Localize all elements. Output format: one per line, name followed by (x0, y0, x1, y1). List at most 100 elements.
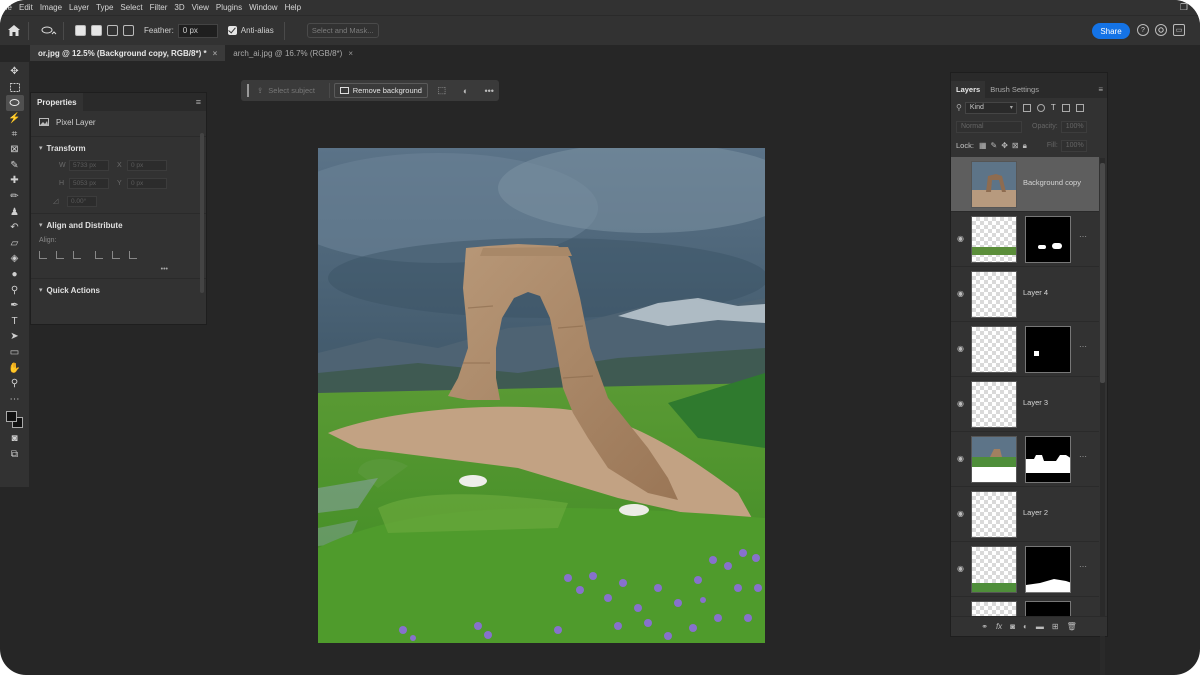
properties-scrollbar[interactable] (200, 133, 204, 293)
align-middle-icon[interactable] (112, 251, 120, 259)
eye-icon[interactable]: ◉ (956, 564, 965, 573)
lock-pixels-icon[interactable]: ▦ (979, 141, 987, 150)
layer-row[interactable]: Background copy (951, 157, 1099, 212)
eye-icon[interactable]: ◉ (956, 399, 965, 408)
tab-brush-settings[interactable]: Brush Settings (985, 81, 1044, 98)
blur-tool-icon[interactable]: ● (6, 267, 24, 283)
menu-help[interactable]: Help (285, 3, 301, 12)
delete-layer-icon[interactable]: 🗑︎ (1067, 622, 1077, 631)
adjustment-layer-icon[interactable]: ◐ (1023, 622, 1028, 631)
blend-mode-select[interactable]: Normal (956, 120, 1022, 133)
foreground-color-swatch[interactable] (5, 411, 17, 423)
scrollbar-thumb[interactable] (1100, 163, 1105, 383)
layer-row[interactable]: ◉ Layer 3 (951, 377, 1099, 432)
new-selection-icon[interactable] (75, 25, 86, 36)
transform-icon[interactable]: ⬚ (432, 85, 452, 96)
menu-image[interactable]: Image (40, 3, 62, 12)
menu-select[interactable]: Select (120, 3, 142, 12)
more-icon[interactable]: ••• (479, 86, 499, 96)
align-bottom-icon[interactable] (129, 251, 137, 259)
path-selection-icon[interactable]: ➤ (6, 329, 24, 345)
y-field[interactable]: 0 px (127, 177, 167, 189)
help-icon[interactable]: ? (1137, 24, 1149, 36)
drag-handle[interactable] (247, 84, 249, 97)
type-filter-icon[interactable]: T (1051, 103, 1056, 112)
eye-icon[interactable]: ◉ (956, 234, 965, 243)
more-tools-icon[interactable]: ⋯ (6, 391, 24, 407)
fill-field[interactable]: 100% (1060, 139, 1087, 152)
healing-brush-icon[interactable]: ✚ (6, 173, 24, 189)
hand-tool-icon[interactable]: ✋ (6, 360, 24, 376)
tab-document-2[interactable]: arch_ai.jpg @ 16.7% (RGB/8*) × (225, 45, 361, 61)
restore-window-icon[interactable]: ❐ (1180, 2, 1188, 13)
select-and-mask-button[interactable]: Select and Mask... (306, 23, 379, 38)
align-section-toggle[interactable]: ▾ Align and Distribute (31, 217, 206, 233)
clone-stamp-icon[interactable]: ♟ (6, 204, 24, 220)
menu-edit[interactable]: Edit (19, 3, 33, 12)
marquee-tool-icon[interactable] (6, 80, 24, 96)
add-to-selection-icon[interactable] (91, 25, 102, 36)
brush-tool-icon[interactable]: ✏ (6, 189, 24, 205)
layer-row[interactable]: ◉ Layer 4 (951, 267, 1099, 322)
shape-filter-icon[interactable] (1061, 103, 1070, 112)
link-layers-icon[interactable]: ⚭ (981, 622, 988, 631)
transform-section-toggle[interactable]: ▾ Transform (31, 140, 206, 156)
more-options-button[interactable]: ••• (161, 266, 168, 273)
color-swatches[interactable] (4, 409, 26, 431)
rectangle-tool-icon[interactable]: ▭ (6, 345, 24, 361)
more-icon[interactable]: ⋯ (1079, 452, 1087, 461)
panel-grip[interactable] (951, 73, 1107, 81)
menu-window[interactable]: Window (249, 3, 277, 12)
quick-mask-icon[interactable]: ◙ (6, 431, 24, 447)
tab-document-1[interactable]: or.jpg @ 12.5% (Background copy, RGB/8*)… (30, 45, 226, 61)
new-layer-icon[interactable]: ⊞ (1052, 622, 1059, 631)
lasso-tool-preset-icon[interactable] (41, 23, 57, 39)
remove-background-button[interactable]: Remove background (333, 83, 429, 98)
properties-tab[interactable]: Properties (31, 93, 83, 111)
anti-alias-checkbox[interactable] (227, 26, 237, 35)
eye-icon[interactable]: ◉ (956, 454, 965, 463)
x-field[interactable]: 0 px (127, 159, 167, 171)
lock-all-icon[interactable]: 🔒︎ (1023, 141, 1027, 151)
eraser-icon[interactable]: ▱ (6, 236, 24, 252)
menu-layer[interactable]: Layer (69, 3, 89, 12)
lock-position-icon[interactable]: ✥ (1001, 141, 1008, 150)
height-field[interactable]: 5053 px (69, 177, 109, 189)
layer-row[interactable]: ◉ ⋯ (951, 432, 1099, 487)
menu-file[interactable]: ile (4, 3, 12, 12)
layers-scrollbar[interactable] (1100, 158, 1105, 675)
intersect-selection-icon[interactable] (123, 25, 134, 36)
share-button[interactable]: Share (1092, 23, 1130, 39)
eye-icon[interactable]: ◉ (956, 289, 965, 298)
more-icon[interactable]: ⋯ (1079, 232, 1087, 241)
opacity-field[interactable]: 100% (1060, 120, 1087, 133)
paint-bucket-icon[interactable]: ◈ (6, 251, 24, 267)
type-tool-icon[interactable]: T (6, 314, 24, 330)
history-brush-icon[interactable]: ↶ (6, 220, 24, 236)
search-icon[interactable] (1155, 24, 1167, 36)
magic-wand-icon[interactable]: ⚡ (6, 111, 24, 127)
pen-tool-icon[interactable]: ✒ (6, 298, 24, 314)
layer-row[interactable]: ◉ ⋯ (951, 542, 1099, 597)
menu-plugins[interactable]: Plugins (216, 3, 242, 12)
lasso-tool-icon[interactable] (5, 95, 24, 111)
layer-row[interactable]: ◉ ⋯ (951, 322, 1099, 377)
more-icon[interactable]: ⋯ (1079, 562, 1087, 571)
subtract-from-selection-icon[interactable] (107, 25, 118, 36)
layer-row[interactable]: ◉ Layer 2 (951, 487, 1099, 542)
eyedropper-icon[interactable]: ✎ (6, 158, 24, 174)
fx-icon[interactable]: fx (996, 622, 1002, 631)
pixel-filter-icon[interactable] (1022, 103, 1031, 112)
frame-tool-icon[interactable]: ⊠ (6, 142, 24, 158)
menu-filter[interactable]: Filter (150, 3, 168, 12)
screen-mode-icon[interactable]: ⧉ (6, 447, 24, 463)
more-icon[interactable]: ⋯ (1079, 342, 1087, 351)
adjustment-icon[interactable]: ◐ (456, 86, 476, 96)
new-group-icon[interactable]: ▬ (1036, 622, 1044, 631)
quick-actions-toggle[interactable]: ▾ Quick Actions (31, 282, 206, 298)
zoom-tool-icon[interactable]: ⚲ (6, 376, 24, 392)
smart-object-filter-icon[interactable] (1075, 103, 1084, 112)
align-top-icon[interactable] (95, 251, 103, 259)
feather-input[interactable]: 0 px (177, 23, 218, 38)
align-center-icon[interactable] (56, 251, 64, 259)
